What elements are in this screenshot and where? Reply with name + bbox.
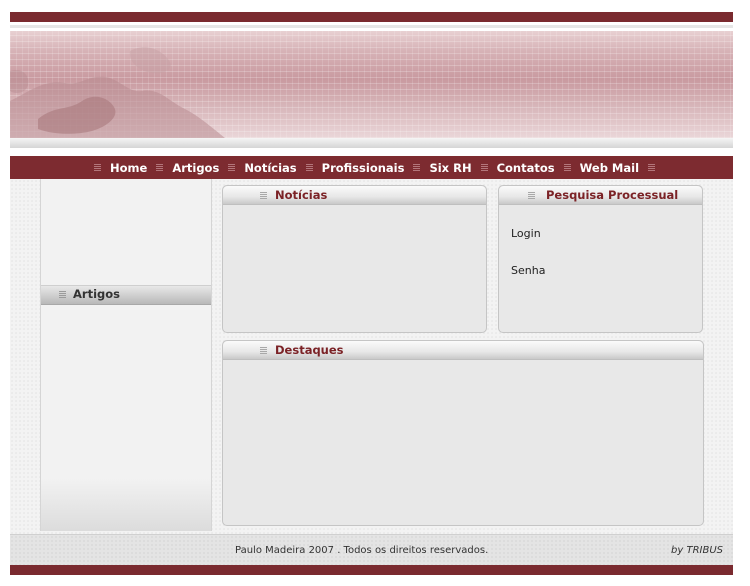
- bullet-icon: [528, 192, 535, 199]
- search-panel-title: Pesquisa Processual: [546, 188, 679, 202]
- bullet-icon: [563, 164, 571, 171]
- top-divider: [10, 25, 733, 28]
- search-panel: Pesquisa Processual Login Senha: [498, 185, 703, 333]
- search-panel-header: Pesquisa Processual: [499, 186, 702, 205]
- bullet-icon: [260, 192, 267, 199]
- nav-item-artigos[interactable]: Artigos: [172, 161, 219, 175]
- banner-divider: [10, 138, 733, 148]
- page: Home Artigos Notícias Profissionais Six …: [10, 12, 733, 576]
- footer-copyright: Paulo Madeira 2007 . Todos os direitos r…: [235, 545, 489, 556]
- nav-item-six-rh[interactable]: Six RH: [429, 161, 471, 175]
- highlights-panel-title: Destaques: [275, 343, 344, 357]
- bullet-icon: [260, 347, 267, 354]
- nav-item-profissionais[interactable]: Profissionais: [322, 161, 405, 175]
- sidebar: Artigos: [40, 179, 212, 531]
- highlights-panel: Destaques: [222, 340, 704, 526]
- nav-item-home[interactable]: Home: [110, 161, 147, 175]
- bullet-icon: [228, 164, 236, 171]
- sidebar-title[interactable]: Artigos: [73, 287, 120, 301]
- bullet-icon: [648, 164, 656, 171]
- bullet-icon: [480, 164, 488, 171]
- news-panel-title: Notícias: [275, 188, 328, 202]
- news-panel-header: Notícias: [223, 186, 486, 205]
- login-label: Login: [511, 227, 541, 240]
- bullet-icon: [413, 164, 421, 171]
- password-label: Senha: [511, 264, 546, 277]
- bullet-icon: [59, 291, 66, 298]
- footer-credit[interactable]: by TRIBUS: [671, 545, 723, 556]
- nav-list: Home Artigos Notícias Profissionais Six …: [94, 156, 664, 179]
- nav-item-web-mail[interactable]: Web Mail: [580, 161, 639, 175]
- bullet-icon: [94, 164, 101, 171]
- footer: Paulo Madeira 2007 . Todos os direitos r…: [10, 534, 733, 565]
- top-bar: [10, 12, 733, 22]
- sidebar-header: Artigos: [41, 285, 211, 305]
- bullet-icon: [156, 164, 164, 171]
- highlights-panel-header: Destaques: [223, 341, 703, 360]
- main-nav: Home Artigos Notícias Profissionais Six …: [10, 156, 733, 179]
- world-map-icon: [10, 47, 225, 138]
- header-banner: [10, 31, 733, 138]
- nav-item-noticias[interactable]: Notícias: [244, 161, 296, 175]
- nav-item-contatos[interactable]: Contatos: [497, 161, 555, 175]
- bottom-bar: [10, 565, 733, 575]
- news-panel: Notícias: [222, 185, 487, 333]
- bullet-icon: [305, 164, 313, 171]
